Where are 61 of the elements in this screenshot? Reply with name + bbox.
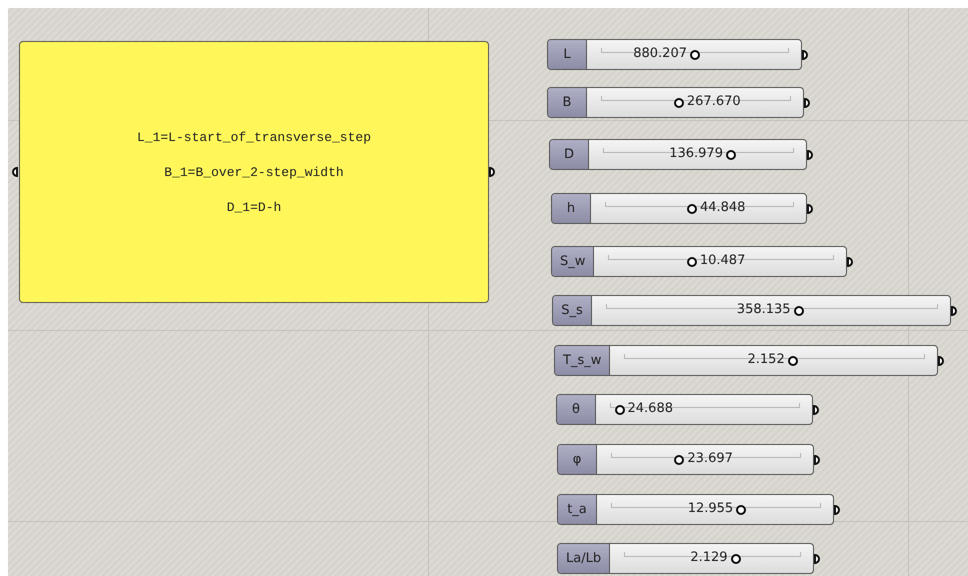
slider-name: T_s_w (555, 346, 610, 375)
slider-value: 24.688 (628, 401, 673, 416)
output-port-icon[interactable] (814, 554, 820, 564)
slider-name: B (548, 88, 587, 117)
slider-value: 12.955 (688, 501, 734, 516)
slider-value: 23.697 (687, 451, 733, 466)
slider-name: La/Lb (558, 544, 610, 573)
output-port-icon[interactable] (814, 454, 820, 464)
slider-thumb[interactable] (674, 98, 684, 108)
number-slider[interactable]: La/Lb 2.129 (557, 543, 814, 574)
slider-value: 2.129 (690, 550, 728, 565)
slider-name: φ (558, 445, 597, 474)
output-port-icon[interactable] (847, 256, 853, 266)
slider-name: L (548, 40, 587, 69)
output-port-icon[interactable] (807, 150, 813, 160)
slider-value: 44.848 (700, 200, 746, 215)
slider-thumb[interactable] (614, 405, 624, 415)
number-slider[interactable]: L 880.207 (547, 39, 802, 70)
slider-name: S_s (553, 296, 592, 325)
slider-thumb[interactable] (686, 257, 697, 267)
slider-value: 2.152 (748, 352, 785, 367)
number-slider[interactable]: B 267.670 (547, 87, 804, 118)
slider-name: t_a (558, 495, 597, 524)
number-slider[interactable]: D 136.979 (549, 139, 807, 170)
panel-text-line: L_1=L-start_of_transverse_step (136, 130, 372, 144)
panel-text-line: D_1=D-h (226, 200, 282, 214)
slider-thumb[interactable] (736, 505, 746, 515)
output-port-icon[interactable] (802, 50, 808, 60)
output-port-icon[interactable] (834, 504, 840, 514)
output-port-icon[interactable] (807, 204, 813, 214)
slider-thumb[interactable] (690, 50, 700, 60)
number-slider[interactable]: S_s 358.135 (552, 295, 951, 326)
slider-thumb[interactable] (794, 306, 804, 316)
slider-value: 136.979 (669, 146, 723, 161)
note-panel[interactable]: L_1=L-start_of_transverse_step B_1=B_over_2-step_width D_1=D-h (19, 41, 489, 303)
output-port-icon[interactable] (951, 306, 957, 316)
output-port-icon[interactable] (938, 356, 944, 366)
number-slider[interactable]: φ 23.697 (557, 444, 814, 475)
slider-name: h (552, 194, 591, 223)
output-port-icon[interactable] (804, 98, 810, 108)
slider-value: 267.670 (686, 94, 741, 109)
slider-name: θ (557, 395, 596, 424)
slider-name: D (550, 140, 589, 169)
slider-thumb[interactable] (686, 204, 697, 214)
number-slider[interactable]: θ 24.688 (556, 394, 813, 425)
slider-value: 10.487 (700, 253, 746, 268)
slider-thumb[interactable] (730, 554, 741, 564)
output-port-icon[interactable] (489, 167, 495, 177)
number-slider[interactable]: t_a 12.955 (557, 494, 834, 525)
number-slider[interactable]: S_w 10.487 (551, 246, 847, 277)
slider-value: 358.135 (736, 302, 791, 317)
slider-thumb[interactable] (674, 455, 684, 465)
input-port-icon[interactable] (12, 167, 18, 177)
slider-name: S_w (552, 247, 594, 276)
panel-text-line: B_1=B_over_2-step_width (164, 164, 344, 180)
output-port-icon[interactable] (813, 404, 819, 414)
number-slider[interactable]: T_s_w 2.152 (554, 345, 938, 376)
slider-thumb[interactable] (788, 356, 798, 366)
number-slider[interactable]: h 44.848 (551, 193, 807, 224)
slider-value: 880.207 (633, 46, 687, 61)
slider-thumb[interactable] (726, 150, 736, 160)
